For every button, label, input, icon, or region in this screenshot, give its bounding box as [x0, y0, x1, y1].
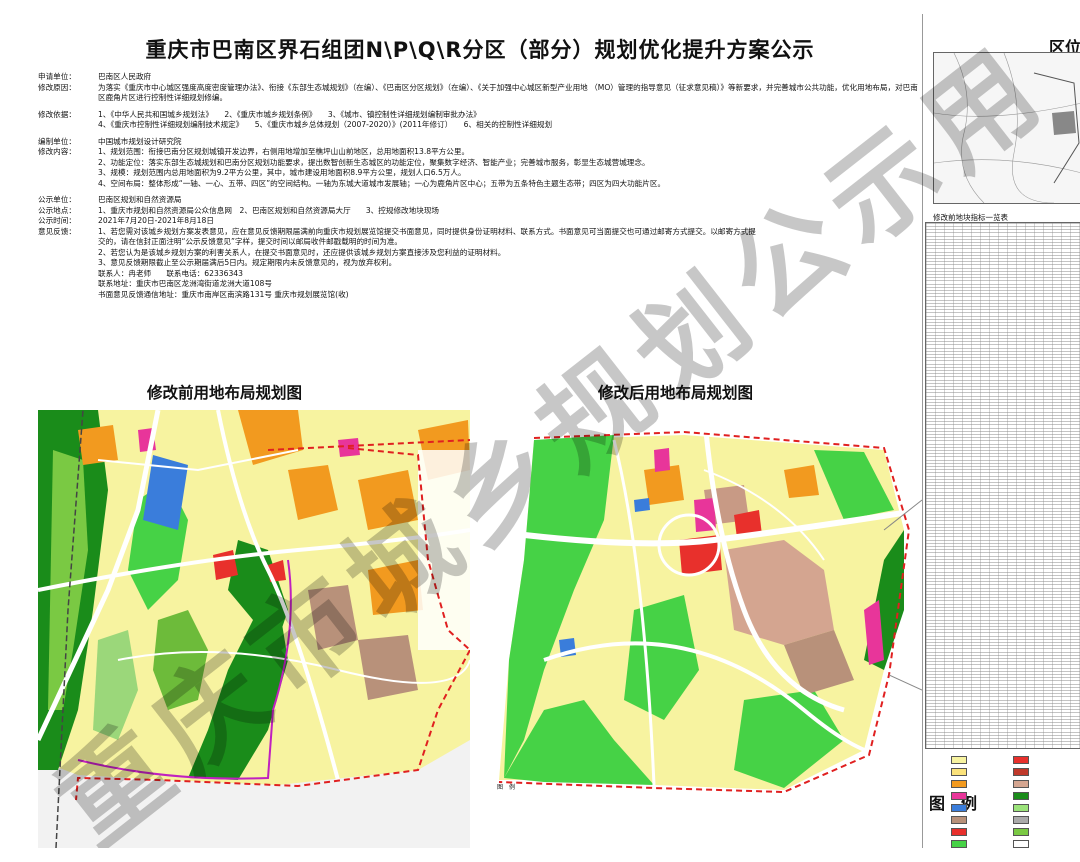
place-label: 公示地点：	[38, 205, 76, 215]
publisher-label: 公示单位：	[38, 195, 76, 204]
applicant-row: 申请单位： 巴南区人民政府	[38, 72, 918, 83]
feedback-item-2: 2、若您认为是该城乡规划方案的利害关系人，在提交书面意见时，还应提供该城乡规划方…	[98, 247, 506, 257]
feedback-row: 意见反馈： 1、若您需对该城乡规划方案发表意见，应在意见反馈期限届满前向重庆市规…	[38, 227, 918, 280]
before-map	[38, 410, 470, 848]
legend-item	[1013, 780, 1032, 788]
location-map-svg	[934, 53, 1080, 203]
legend-item	[1013, 828, 1032, 836]
legend-item	[951, 804, 970, 812]
legend-item	[951, 816, 970, 824]
after-map-legend-tag: 图 例	[497, 784, 516, 791]
planning-notice-board: 重庆市巴南区界石组团N\P\Q\R分区（部分）规划优化提升方案公示 申请单位： …	[0, 0, 1080, 848]
before-map-title: 修改前用地布局规划图	[147, 384, 303, 402]
legend-item	[951, 756, 970, 764]
content-item-4: 4、空间布局：整体形成“一轴、一心、五带、四区”的空间结构。一轴为东城大道城市发…	[98, 178, 666, 188]
location-thumbnail	[933, 52, 1080, 204]
place-row: 公示地点： 1、重庆市规划和自然资源局公众信息网 2、巴南区规划和自然资源局大厅…	[38, 206, 918, 217]
time-label: 公示时间：	[38, 216, 76, 225]
reason-value: 为落实《重庆市中心城区强度高度密度管理办法》、衔接《东部生态城规划》（在编）、《…	[98, 82, 918, 103]
mail-row: 书面意见反馈通信地址：重庆市南岸区南滨路131号 重庆市规划展览馆(收)	[38, 290, 918, 301]
side-panel: 区位 修改前地块指标一览表 图 例	[922, 14, 1080, 848]
designer-value: 中国城市规划设计研究院	[98, 136, 182, 146]
feedback-item-3: 3、意见反馈期限截止至公示期届满后5日内。规定期限内未反馈意见的，视为放弃权利。	[98, 258, 397, 267]
before-map-svg	[38, 410, 470, 848]
legend-item	[1013, 756, 1032, 764]
basis-line-1: 1、《中华人民共和国城乡规划法》 2、《重庆市城乡规划条例》 3、《城市、镇控制…	[98, 109, 481, 119]
applicant-label: 申请单位：	[38, 72, 76, 81]
designer-row: 编制单位： 中国城市规划设计研究院	[38, 137, 918, 148]
legend-item	[1013, 792, 1032, 800]
content-label: 修改内容：	[38, 147, 76, 156]
legend-item	[1013, 768, 1032, 776]
content-item-2: 2、功能定位：落实东部生态城规划和巴南分区规划功能要求，提出数智创新生态城区的功…	[98, 157, 650, 167]
time-row: 公示时间： 2021年7月20日-2021年8月18日	[38, 216, 918, 227]
legend-item	[1013, 840, 1032, 848]
reason-row: 修改原因： 为落实《重庆市中心城区强度高度密度管理办法》、衔接《东部生态城规划》…	[38, 83, 918, 104]
mail-line: 书面意见反馈通信地址：重庆市南岸区南滨路131号 重庆市规划展览馆(收)	[98, 289, 349, 299]
page-title: 重庆市巴南区界石组团N\P\Q\R分区（部分）规划优化提升方案公示	[145, 38, 815, 62]
indicator-table	[925, 222, 1080, 749]
legend-item	[951, 780, 970, 788]
content-row: 修改内容： 1、规划范围：衔接巴南分区规划城镇开发边界，右侧用地增加至樵坪山山前…	[38, 147, 918, 189]
legend-item	[951, 840, 970, 848]
legend-item	[951, 828, 970, 836]
legend-grid	[951, 754, 1080, 862]
feedback-item-1b: 交的，请在信封正面注明“公示反馈意见”字样，提交时间以邮局收件邮戳载明的时间为准…	[98, 237, 403, 246]
content-item-1: 1、规划范围：衔接巴南分区规划城镇开发边界，右侧用地增加至樵坪山山前地区，总用地…	[98, 147, 470, 156]
notice-info-block: 申请单位： 巴南区人民政府 修改原因： 为落实《重庆市中心城区强度高度密度管理办…	[38, 72, 918, 300]
designer-label: 编制单位：	[38, 136, 76, 146]
after-map-svg	[484, 410, 922, 848]
time-value: 2021年7月20日-2021年8月18日	[98, 216, 214, 225]
basis-row: 修改依据： 1、《中华人民共和国城乡规划法》 2、《重庆市城乡规划条例》 3、《…	[38, 110, 918, 131]
legend-item	[1013, 804, 1032, 812]
place-value: 1、重庆市规划和自然资源局公众信息网 2、巴南区规划和自然资源局大厅 3、控规修…	[98, 205, 440, 215]
address-row: 联系地址：重庆市巴南区龙洲湾街道龙洲大道108号	[38, 279, 918, 290]
legend-item	[951, 792, 970, 800]
reason-label: 修改原因：	[38, 82, 76, 92]
publisher-value: 巴南区规划和自然资源局	[98, 195, 182, 204]
legend-item	[951, 768, 970, 776]
content-item-3: 3、规模：规划范围内总用地面积为9.2平方公里，其中，城市建设用地面积8.9平方…	[98, 168, 466, 177]
publisher-row: 公示单位： 巴南区规划和自然资源局	[38, 195, 918, 206]
legend-item	[1013, 816, 1032, 824]
address-line: 联系地址：重庆市巴南区龙洲湾街道龙洲大道108号	[98, 279, 272, 288]
after-map-title: 修改后用地布局规划图	[598, 384, 754, 402]
basis-label: 修改依据：	[38, 109, 76, 119]
feedback-label: 意见反馈：	[38, 226, 76, 236]
feedback-item-1a: 1、若您需对该城乡规划方案发表意见，应在意见反馈期限届满前向重庆市规划展览馆提交…	[98, 226, 756, 236]
contact-line: 联系人：冉老师 联系电话：62336343	[98, 268, 243, 278]
applicant-value: 巴南区人民政府	[98, 72, 152, 81]
basis-line-2: 4、《重庆市控制性详细规划编制技术规定》 5、《重庆市城乡总体规划（2007-2…	[98, 120, 553, 129]
after-map	[484, 410, 922, 848]
